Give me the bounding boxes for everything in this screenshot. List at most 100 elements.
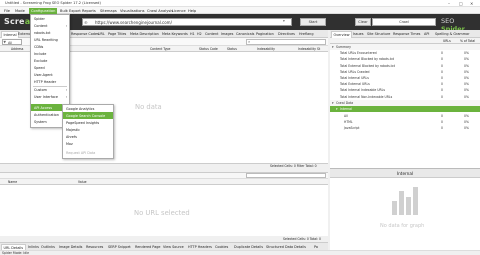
menu-item-ahrefs[interactable]: Ahrefs	[63, 133, 113, 140]
tab-inlinks[interactable]: Inlinks	[28, 245, 39, 249]
col-indexability-status[interactable]: Indexability St	[298, 47, 320, 51]
tab-internal[interactable]: Internal	[1, 30, 20, 38]
tab-issues[interactable]: Issues	[353, 32, 364, 36]
row-label: Total URLs Encountered	[340, 51, 377, 56]
menu-crawl-analysis[interactable]: Crawl Analysis	[147, 9, 173, 13]
tab-pagespeed[interactable]: Pa	[314, 245, 318, 249]
tab-view-source[interactable]: View Source	[163, 245, 184, 249]
col-value[interactable]: Value	[78, 180, 87, 184]
menu-visualisations[interactable]: Visualisations	[120, 9, 145, 13]
tab-cookies[interactable]: Cookies	[215, 245, 228, 249]
menu-item-user-interface[interactable]: User Interface ›	[31, 93, 69, 100]
menu-file[interactable]: File	[4, 9, 10, 13]
tab-api[interactable]: API	[424, 32, 429, 36]
bottom-status-text: Selected Cells: 0 Total: 0	[283, 237, 321, 241]
tab-site-structure[interactable]: Site Structure	[367, 32, 390, 36]
menu-item-label: User Interface	[34, 94, 58, 99]
minimize-icon[interactable]: –	[448, 1, 450, 6]
menu-item-label: HTTP Header	[34, 79, 57, 84]
tab-page-titles[interactable]: Page Titles	[108, 32, 126, 36]
tab-serp-snippet[interactable]: SERP Snippet	[108, 245, 131, 249]
bottom-search-input[interactable]	[246, 172, 326, 179]
menu-item-spider[interactable]: Spider	[31, 15, 69, 22]
col-percent-total[interactable]: % of Total	[460, 39, 475, 43]
menu-item-majestic[interactable]: Majestic	[63, 126, 113, 133]
menu-item-google-analytics[interactable]: Google Analytics	[63, 105, 113, 112]
col-status-code[interactable]: Status Code	[199, 47, 218, 51]
tab-images[interactable]: Images	[221, 32, 233, 36]
tab-spelling-grammar[interactable]: Spelling & Grammar	[435, 32, 470, 36]
list-item[interactable]: JavaScript 0 0%	[330, 125, 480, 131]
list-item[interactable]: Total Internal Non-Indexable URLs 0 0%	[330, 93, 480, 99]
tab-meta-description[interactable]: Meta Description	[130, 32, 159, 36]
col-status[interactable]: Status	[227, 47, 237, 51]
menu-item-label: Speed	[34, 65, 45, 70]
row-urls: 0	[441, 57, 443, 62]
tab-rendered-page[interactable]: Rendered Page	[135, 245, 161, 249]
bottom-tabs: URL Details Inlinks Outlinks Image Detai…	[0, 242, 328, 251]
start-button[interactable]: Start	[300, 18, 326, 26]
chevron-down-icon[interactable]: ▾	[283, 19, 285, 23]
close-icon[interactable]: ✕	[470, 1, 473, 6]
menu-item-custom[interactable]: Custom ›	[31, 86, 69, 93]
menu-reports[interactable]: Reports	[82, 9, 96, 13]
col-name[interactable]: Name	[8, 180, 17, 184]
tab-canonicals[interactable]: Canonicals	[236, 32, 254, 36]
tab-hreflang[interactable]: Hreflang	[299, 32, 313, 36]
menu-item-label: robots.txt	[34, 30, 51, 35]
tab-outlinks[interactable]: Outlinks	[41, 245, 55, 249]
menu-item-pagespeed-insights[interactable]: PageSpeed Insights	[63, 119, 113, 126]
menu-item-label: API Access	[34, 105, 53, 110]
tab-response-times[interactable]: Response Times	[393, 32, 420, 36]
col-content-type[interactable]: Content Type	[150, 47, 170, 51]
url-input[interactable]: https://www.searchenginejournal.com/	[82, 18, 292, 26]
menu-item-user-agent[interactable]: User-Agent	[31, 71, 69, 78]
menu-item-moz[interactable]: Moz	[63, 140, 113, 147]
col-address[interactable]: Address	[11, 47, 23, 51]
row-label: Total Internal Non-Indexable URLs	[340, 94, 393, 99]
menu-licence[interactable]: Licence	[172, 9, 186, 13]
chevron-right-icon: ›	[65, 94, 67, 99]
tab-structured-data-details[interactable]: Structured Data Details	[266, 245, 306, 249]
menu-item-exclude[interactable]: Exclude	[31, 57, 69, 64]
graph-title: Internal	[330, 169, 480, 178]
menu-bulk-export[interactable]: Bulk Export	[60, 9, 81, 13]
row-percent: 0%	[464, 57, 469, 62]
menu-mode[interactable]: Mode	[15, 9, 25, 13]
maximize-icon[interactable]: □	[459, 1, 463, 6]
menu-item-speed[interactable]: Speed	[31, 64, 69, 71]
tab-content[interactable]: Content	[205, 32, 219, 36]
menu-configuration[interactable]: Configuration	[29, 7, 58, 14]
menu-item-content[interactable]: Content ›	[31, 22, 69, 29]
search-icon: ⌕	[248, 39, 251, 45]
row-label: Total External URLs	[340, 82, 370, 87]
tab-h2[interactable]: H2	[197, 32, 202, 36]
menu-item-label: Authentication	[34, 112, 59, 117]
tab-http-headers[interactable]: HTTP Headers	[188, 245, 212, 249]
tab-overview[interactable]: Overview	[331, 30, 352, 38]
tab-response-codes[interactable]: Response Codes	[71, 32, 99, 36]
menu-item-cdns[interactable]: CDNs	[31, 43, 69, 50]
menu-help[interactable]: Help	[188, 9, 196, 13]
tab-h1[interactable]: H1	[190, 32, 195, 36]
top-status-text: Selected Cells: 0 Filter Total: 0	[270, 164, 317, 169]
menu-item-http-header[interactable]: HTTP Header	[31, 78, 69, 85]
tab-pagination[interactable]: Pagination	[256, 32, 274, 36]
col-indexability[interactable]: Indexability	[257, 47, 275, 51]
menu-item-google-search-console[interactable]: Google Search Console	[63, 112, 113, 119]
bottom-empty-message: No URL selected	[134, 209, 190, 217]
tab-image-details[interactable]: Image Details	[59, 245, 82, 249]
menu-item-robots[interactable]: robots.txt	[31, 29, 69, 36]
summary-label: Summary	[336, 45, 351, 50]
menu-item-include[interactable]: Include	[31, 50, 69, 57]
tab-directives[interactable]: Directives	[278, 32, 295, 36]
search-input[interactable]	[246, 39, 326, 45]
menu-sitemaps[interactable]: Sitemaps	[100, 9, 117, 13]
col-urls[interactable]: URLs	[443, 39, 451, 43]
tab-meta-keywords[interactable]: Meta Keywords	[162, 32, 188, 36]
menu-item-url-rewriting[interactable]: URL Rewriting	[31, 36, 69, 43]
tab-resources[interactable]: Resources	[86, 245, 103, 249]
clear-button[interactable]: Clear	[355, 18, 371, 26]
tab-url[interactable]: URL	[98, 32, 105, 36]
tab-duplicate-details[interactable]: Duplicate Details	[234, 245, 263, 249]
